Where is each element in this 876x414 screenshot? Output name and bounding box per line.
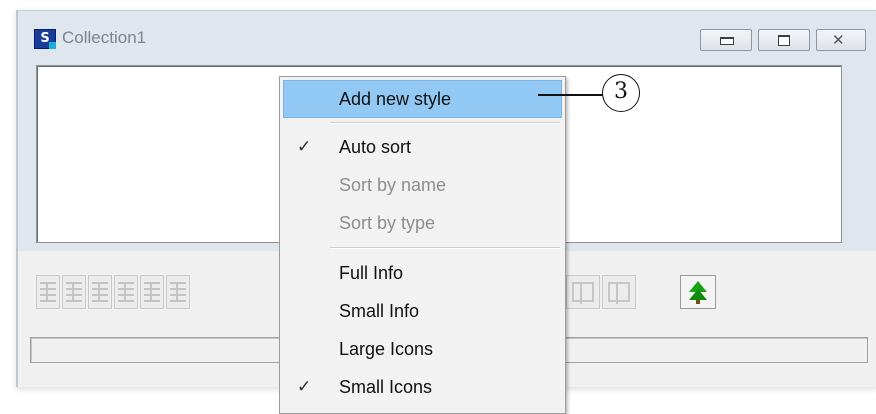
- distribute-vertical-icon: [170, 282, 186, 302]
- tree-icon: [689, 281, 707, 300]
- maximize-icon: [778, 35, 790, 46]
- menu-item-auto-sort[interactable]: ✓ Auto sort: [283, 128, 562, 166]
- callout-number: 3: [602, 74, 640, 112]
- tree-trunk: [696, 300, 700, 304]
- menu-item-label: Add new style: [339, 89, 452, 109]
- align-bottom-icon: [118, 282, 134, 302]
- title-bar[interactable]: S Collection1 ✕: [18, 11, 876, 65]
- context-menu: Add new style ✓ Auto sort Sort by name So…: [279, 76, 566, 414]
- menu-item-label: Small Info: [339, 301, 420, 321]
- minimize-icon: [720, 37, 734, 45]
- distribute-horizontal-button[interactable]: [140, 275, 164, 309]
- menu-separator: [330, 247, 560, 249]
- maximize-button[interactable]: [758, 29, 810, 51]
- align-top-button[interactable]: [88, 275, 112, 309]
- menu-item-small-icons[interactable]: ✓ Small Icons: [283, 368, 562, 406]
- menu-item-label: Auto sort: [339, 137, 412, 157]
- app-icon[interactable]: S: [34, 29, 56, 49]
- distribute-vertical-button[interactable]: [166, 275, 190, 309]
- distribute-horizontal-icon: [144, 282, 160, 302]
- align-bottom-button[interactable]: [114, 275, 138, 309]
- tree-button[interactable]: [680, 275, 716, 309]
- align-left-button[interactable]: [36, 275, 60, 309]
- menu-item-label: Sort by type: [339, 213, 436, 233]
- frame-group-button[interactable]: [602, 275, 636, 309]
- menu-item-label: Sort by name: [339, 175, 447, 195]
- menu-item-label: Large Icons: [339, 339, 434, 359]
- menu-item-label: Full Info: [339, 263, 404, 283]
- menu-item-large-icons[interactable]: Large Icons: [283, 330, 562, 368]
- frame-select-icon: [572, 282, 594, 304]
- align-justify-icon: [66, 282, 82, 302]
- frame-select-button[interactable]: [566, 275, 600, 309]
- align-top-icon: [92, 282, 108, 302]
- close-button[interactable]: ✕: [816, 29, 866, 51]
- align-justify-button[interactable]: [62, 275, 86, 309]
- menu-item-sort-by-name[interactable]: Sort by name: [283, 166, 562, 204]
- minimize-button[interactable]: [700, 29, 752, 51]
- menu-item-small-info[interactable]: Small Info: [283, 292, 562, 330]
- menu-item-add-new-style[interactable]: Add new style: [283, 80, 562, 118]
- window-title: Collection1: [62, 28, 147, 47]
- check-icon: ✓: [297, 377, 312, 396]
- menu-separator: [330, 122, 560, 124]
- check-icon: ✓: [297, 137, 312, 156]
- app-icon-letter: S: [40, 31, 50, 46]
- close-icon: ✕: [832, 31, 845, 49]
- frame-group-icon: [608, 282, 630, 304]
- menu-item-full-info[interactable]: Full Info: [283, 254, 562, 292]
- callout-leader-line: [538, 94, 604, 96]
- menu-item-label: Small Icons: [339, 377, 433, 397]
- align-left-icon: [40, 282, 56, 302]
- menu-item-sort-by-type[interactable]: Sort by type: [283, 204, 562, 242]
